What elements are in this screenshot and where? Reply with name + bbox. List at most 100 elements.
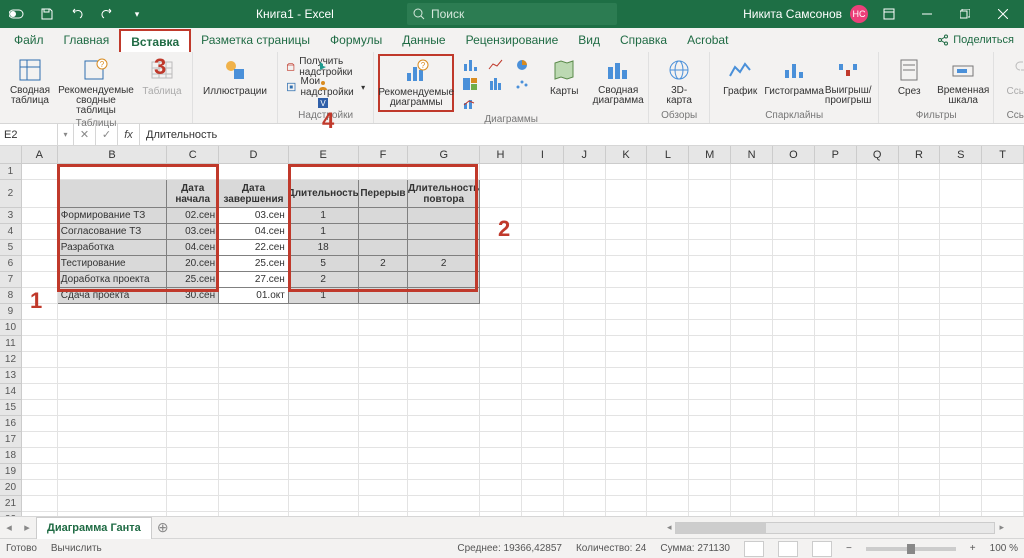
cell[interactable]	[815, 256, 857, 272]
cell[interactable]	[58, 512, 168, 516]
cell[interactable]	[857, 496, 899, 512]
cell[interactable]	[167, 368, 219, 384]
cell[interactable]: Дата начала	[167, 180, 219, 208]
row-header[interactable]: 17	[0, 432, 22, 448]
cell[interactable]	[564, 240, 606, 256]
cell[interactable]	[22, 416, 58, 432]
cell[interactable]	[359, 336, 409, 352]
h-scrollbar[interactable]: ◂ ▸	[174, 522, 1024, 534]
row-header[interactable]: 18	[0, 448, 22, 464]
cell[interactable]	[219, 336, 289, 352]
cell[interactable]	[219, 416, 289, 432]
cell[interactable]	[731, 288, 773, 304]
row-header[interactable]: 7	[0, 272, 22, 288]
cell[interactable]	[522, 272, 564, 288]
cell[interactable]	[689, 464, 731, 480]
cell[interactable]	[899, 288, 941, 304]
cell[interactable]	[58, 384, 168, 400]
cell[interactable]	[359, 352, 409, 368]
cell[interactable]	[22, 400, 58, 416]
cell[interactable]	[408, 304, 480, 320]
cell[interactable]	[522, 320, 564, 336]
name-box-dropdown[interactable]: ▾	[58, 124, 74, 145]
cell[interactable]	[773, 480, 815, 496]
cell[interactable]	[899, 480, 941, 496]
cell[interactable]	[22, 496, 58, 512]
cell[interactable]	[606, 180, 648, 208]
cell[interactable]	[647, 432, 689, 448]
cell[interactable]	[899, 240, 941, 256]
cell[interactable]	[408, 400, 480, 416]
cell[interactable]	[982, 304, 1024, 320]
cell[interactable]	[647, 336, 689, 352]
tab-acrobat[interactable]: Acrobat	[677, 28, 738, 52]
row-header[interactable]: 1	[0, 164, 22, 180]
cell[interactable]	[606, 256, 648, 272]
row-header[interactable]: 14	[0, 384, 22, 400]
cell[interactable]	[773, 400, 815, 416]
cell[interactable]	[982, 336, 1024, 352]
cell[interactable]	[522, 180, 564, 208]
cell[interactable]	[480, 256, 522, 272]
cell[interactable]	[982, 240, 1024, 256]
qat-customize-icon[interactable]: ▾	[126, 3, 148, 25]
cell[interactable]	[773, 496, 815, 512]
cell[interactable]	[408, 164, 480, 180]
cell[interactable]	[773, 288, 815, 304]
cell[interactable]	[289, 496, 359, 512]
cell[interactable]	[857, 240, 899, 256]
cell[interactable]	[982, 224, 1024, 240]
cell[interactable]	[58, 336, 168, 352]
cell[interactable]: 25.сен	[167, 272, 219, 288]
tab-layout[interactable]: Разметка страницы	[191, 28, 320, 52]
illustrations-button[interactable]: Иллюстрации	[197, 54, 273, 99]
cell[interactable]: Дата завершения	[219, 180, 289, 208]
cell[interactable]	[522, 496, 564, 512]
cell[interactable]	[289, 320, 359, 336]
cell[interactable]	[408, 480, 480, 496]
cell[interactable]	[647, 368, 689, 384]
cell[interactable]	[731, 208, 773, 224]
col-header[interactable]: B	[58, 146, 168, 164]
ribbon-options-icon[interactable]	[872, 0, 906, 28]
cell[interactable]	[731, 180, 773, 208]
cell[interactable]	[689, 164, 731, 180]
cell[interactable]	[359, 164, 409, 180]
cell[interactable]	[857, 164, 899, 180]
row-header[interactable]: 4	[0, 224, 22, 240]
cell[interactable]	[167, 164, 219, 180]
cell[interactable]	[857, 304, 899, 320]
cell[interactable]	[689, 336, 731, 352]
col-header[interactable]: D	[219, 146, 289, 164]
cell[interactable]	[731, 336, 773, 352]
cell[interactable]	[522, 256, 564, 272]
cell[interactable]	[522, 368, 564, 384]
cell[interactable]	[815, 384, 857, 400]
cell[interactable]	[647, 384, 689, 400]
cell[interactable]	[359, 496, 409, 512]
pivot-table-button[interactable]: Сводная таблица	[4, 54, 56, 108]
cell[interactable]	[22, 320, 58, 336]
cell[interactable]	[564, 448, 606, 464]
tab-data[interactable]: Данные	[392, 28, 455, 52]
col-header[interactable]: L	[647, 146, 689, 164]
cell[interactable]	[982, 496, 1024, 512]
cell[interactable]	[289, 400, 359, 416]
row-header[interactable]: 10	[0, 320, 22, 336]
cell[interactable]	[982, 288, 1024, 304]
window-minimize[interactable]	[910, 0, 944, 28]
cell[interactable]	[480, 448, 522, 464]
sheet-nav-prev[interactable]: ◂	[0, 521, 18, 534]
cell[interactable]	[219, 368, 289, 384]
row-header[interactable]: 6	[0, 256, 22, 272]
cell[interactable]	[815, 272, 857, 288]
cell[interactable]	[857, 384, 899, 400]
cell[interactable]	[359, 480, 409, 496]
cell[interactable]: 03.сен	[219, 208, 289, 224]
cell[interactable]	[940, 336, 982, 352]
cell[interactable]: Тестирование	[58, 256, 168, 272]
cell[interactable]	[857, 180, 899, 208]
col-header[interactable]: O	[773, 146, 815, 164]
cell[interactable]: 1	[289, 288, 359, 304]
cell[interactable]	[689, 224, 731, 240]
